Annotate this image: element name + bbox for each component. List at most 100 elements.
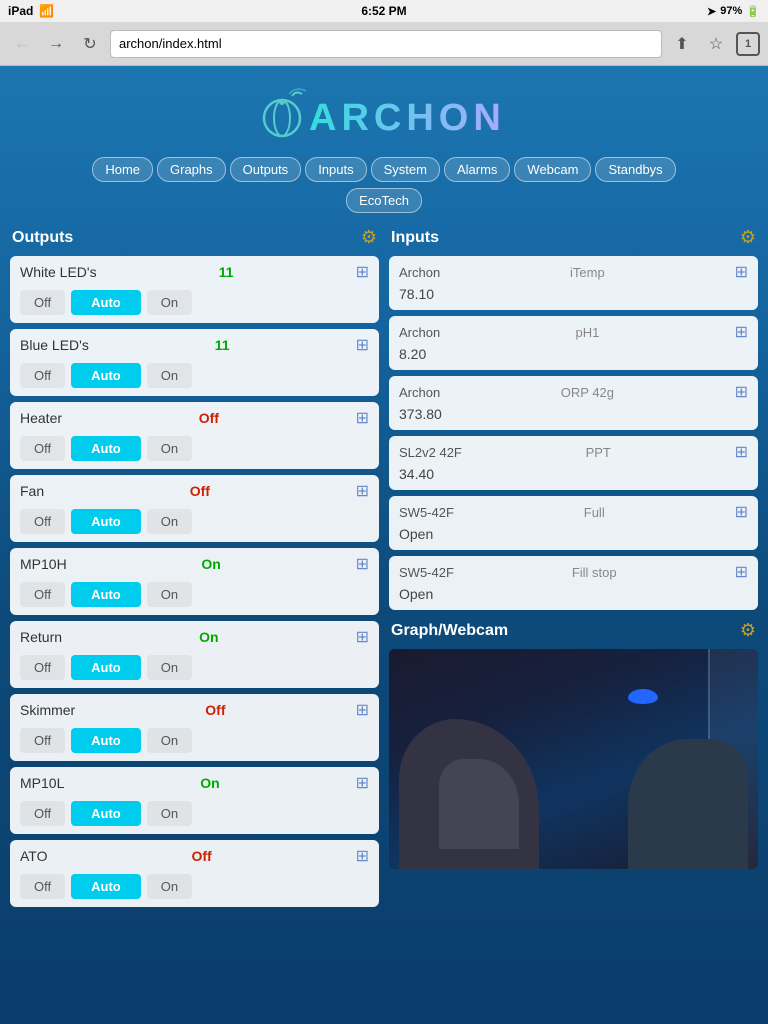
input-source-itemp: Archon: [399, 265, 440, 280]
input-settings-sw5-fill[interactable]: ⊞: [735, 562, 748, 582]
battery-label: 97%: [720, 5, 742, 17]
output-auto-mp10h[interactable]: Auto: [71, 582, 141, 607]
nav-home[interactable]: Home: [92, 157, 153, 182]
back-button[interactable]: ←: [8, 30, 36, 58]
output-on-mp10l[interactable]: On: [147, 801, 192, 826]
input-settings-ph1[interactable]: ⊞: [735, 322, 748, 342]
output-auto-white-leds[interactable]: Auto: [71, 290, 141, 315]
output-settings-mp10h[interactable]: ⊞: [356, 554, 369, 574]
input-settings-orp[interactable]: ⊞: [735, 382, 748, 402]
input-source-ppt: SL2v2 42F: [399, 445, 462, 460]
output-off-heater[interactable]: Off: [20, 436, 65, 461]
output-on-mp10h[interactable]: On: [147, 582, 192, 607]
output-auto-skimmer[interactable]: Auto: [71, 728, 141, 753]
input-source-sw5-fill: SW5-42F: [399, 565, 454, 580]
output-value-fan: Off: [190, 483, 210, 499]
coral-2: [628, 739, 748, 869]
output-value-mp10h: On: [201, 556, 220, 572]
address-input[interactable]: [110, 30, 662, 58]
nav-system[interactable]: System: [371, 157, 440, 182]
outputs-settings-icon[interactable]: ⚙: [361, 227, 377, 248]
output-value-blue-leds: 11: [215, 337, 230, 353]
output-off-white-leds[interactable]: Off: [20, 290, 65, 315]
output-settings-ato[interactable]: ⊞: [356, 846, 369, 866]
output-on-ato[interactable]: On: [147, 874, 192, 899]
output-settings-white-leds[interactable]: ⊞: [356, 262, 369, 282]
tab-count[interactable]: 1: [736, 32, 760, 56]
output-auto-fan[interactable]: Auto: [71, 509, 141, 534]
output-name-white-leds: White LED's: [20, 264, 97, 280]
output-off-mp10l[interactable]: Off: [20, 801, 65, 826]
nav-graphs[interactable]: Graphs: [157, 157, 226, 182]
nav-webcam[interactable]: Webcam: [514, 157, 591, 182]
input-name-itemp: iTemp: [570, 265, 605, 280]
input-source-sw5-full: SW5-42F: [399, 505, 454, 520]
output-off-mp10h[interactable]: Off: [20, 582, 65, 607]
output-auto-return[interactable]: Auto: [71, 655, 141, 680]
output-settings-mp10l[interactable]: ⊞: [356, 773, 369, 793]
output-off-return[interactable]: Off: [20, 655, 65, 680]
reload-button[interactable]: ↻: [76, 30, 104, 58]
output-auto-blue-leds[interactable]: Auto: [71, 363, 141, 388]
output-card-mp10h: MP10H On ⊞ Off Auto On: [10, 548, 379, 615]
input-settings-ppt[interactable]: ⊞: [735, 442, 748, 462]
outputs-title: Outputs: [12, 229, 73, 247]
input-name-sw5-full: Full: [584, 505, 605, 520]
output-settings-blue-leds[interactable]: ⊞: [356, 335, 369, 355]
nav-bar2: EcoTech: [10, 188, 758, 213]
output-settings-return[interactable]: ⊞: [356, 627, 369, 647]
output-off-fan[interactable]: Off: [20, 509, 65, 534]
forward-button[interactable]: →: [42, 30, 70, 58]
output-name-ato: ATO: [20, 848, 48, 864]
logo-svg: ARCHON: [254, 86, 514, 146]
output-auto-heater[interactable]: Auto: [71, 436, 141, 461]
share-button[interactable]: ⬆: [668, 30, 696, 58]
nav-standbys[interactable]: Standbys: [595, 157, 675, 182]
output-on-return[interactable]: On: [147, 655, 192, 680]
input-settings-itemp[interactable]: ⊞: [735, 262, 748, 282]
output-name-skimmer: Skimmer: [20, 702, 75, 718]
inputs-title: Inputs: [391, 229, 439, 247]
output-auto-mp10l[interactable]: Auto: [71, 801, 141, 826]
nav-ecotech[interactable]: EcoTech: [346, 188, 422, 213]
nav-inputs[interactable]: Inputs: [305, 157, 366, 182]
output-off-ato[interactable]: Off: [20, 874, 65, 899]
output-on-white-leds[interactable]: On: [147, 290, 192, 315]
nav-alarms[interactable]: Alarms: [444, 157, 510, 182]
outputs-panel: Outputs ⚙ White LED's 11 ⊞ Off Auto On: [10, 223, 379, 913]
output-on-heater[interactable]: On: [147, 436, 192, 461]
carrier-label: iPad: [8, 4, 33, 18]
output-on-fan[interactable]: On: [147, 509, 192, 534]
output-on-blue-leds[interactable]: On: [147, 363, 192, 388]
output-off-skimmer[interactable]: Off: [20, 728, 65, 753]
input-value-ppt: 34.40: [399, 464, 748, 482]
browser-bar: ← → ↻ ⬆ ☆ 1: [0, 22, 768, 66]
input-settings-sw5-full[interactable]: ⊞: [735, 502, 748, 522]
input-value-ph1: 8.20: [399, 344, 748, 362]
input-source-ph1: Archon: [399, 325, 440, 340]
graph-webcam-settings-icon[interactable]: ⚙: [740, 620, 756, 641]
webcam-image: [389, 649, 758, 869]
input-source-orp: Archon: [399, 385, 440, 400]
input-value-itemp: 78.10: [399, 284, 748, 302]
bookmark-button[interactable]: ☆: [702, 30, 730, 58]
output-settings-fan[interactable]: ⊞: [356, 481, 369, 501]
output-on-skimmer[interactable]: On: [147, 728, 192, 753]
output-card-skimmer: Skimmer Off ⊞ Off Auto On: [10, 694, 379, 761]
output-auto-ato[interactable]: Auto: [71, 874, 141, 899]
input-name-sw5-fill: Fill stop: [572, 565, 617, 580]
status-left: iPad 📶: [8, 4, 54, 18]
inputs-settings-icon[interactable]: ⚙: [740, 227, 756, 248]
input-name-ph1: pH1: [575, 325, 599, 340]
output-card-heater: Heater Off ⊞ Off Auto On: [10, 402, 379, 469]
output-settings-skimmer[interactable]: ⊞: [356, 700, 369, 720]
output-name-mp10h: MP10H: [20, 556, 67, 572]
output-card-return: Return On ⊞ Off Auto On: [10, 621, 379, 688]
nav-outputs[interactable]: Outputs: [230, 157, 302, 182]
output-settings-heater[interactable]: ⊞: [356, 408, 369, 428]
input-name-orp: ORP 42g: [561, 385, 614, 400]
input-card-ppt: SL2v2 42F PPT ⊞ 34.40: [389, 436, 758, 490]
output-off-blue-leds[interactable]: Off: [20, 363, 65, 388]
output-card-mp10l: MP10L On ⊞ Off Auto On: [10, 767, 379, 834]
location-icon: ➤: [707, 5, 716, 18]
